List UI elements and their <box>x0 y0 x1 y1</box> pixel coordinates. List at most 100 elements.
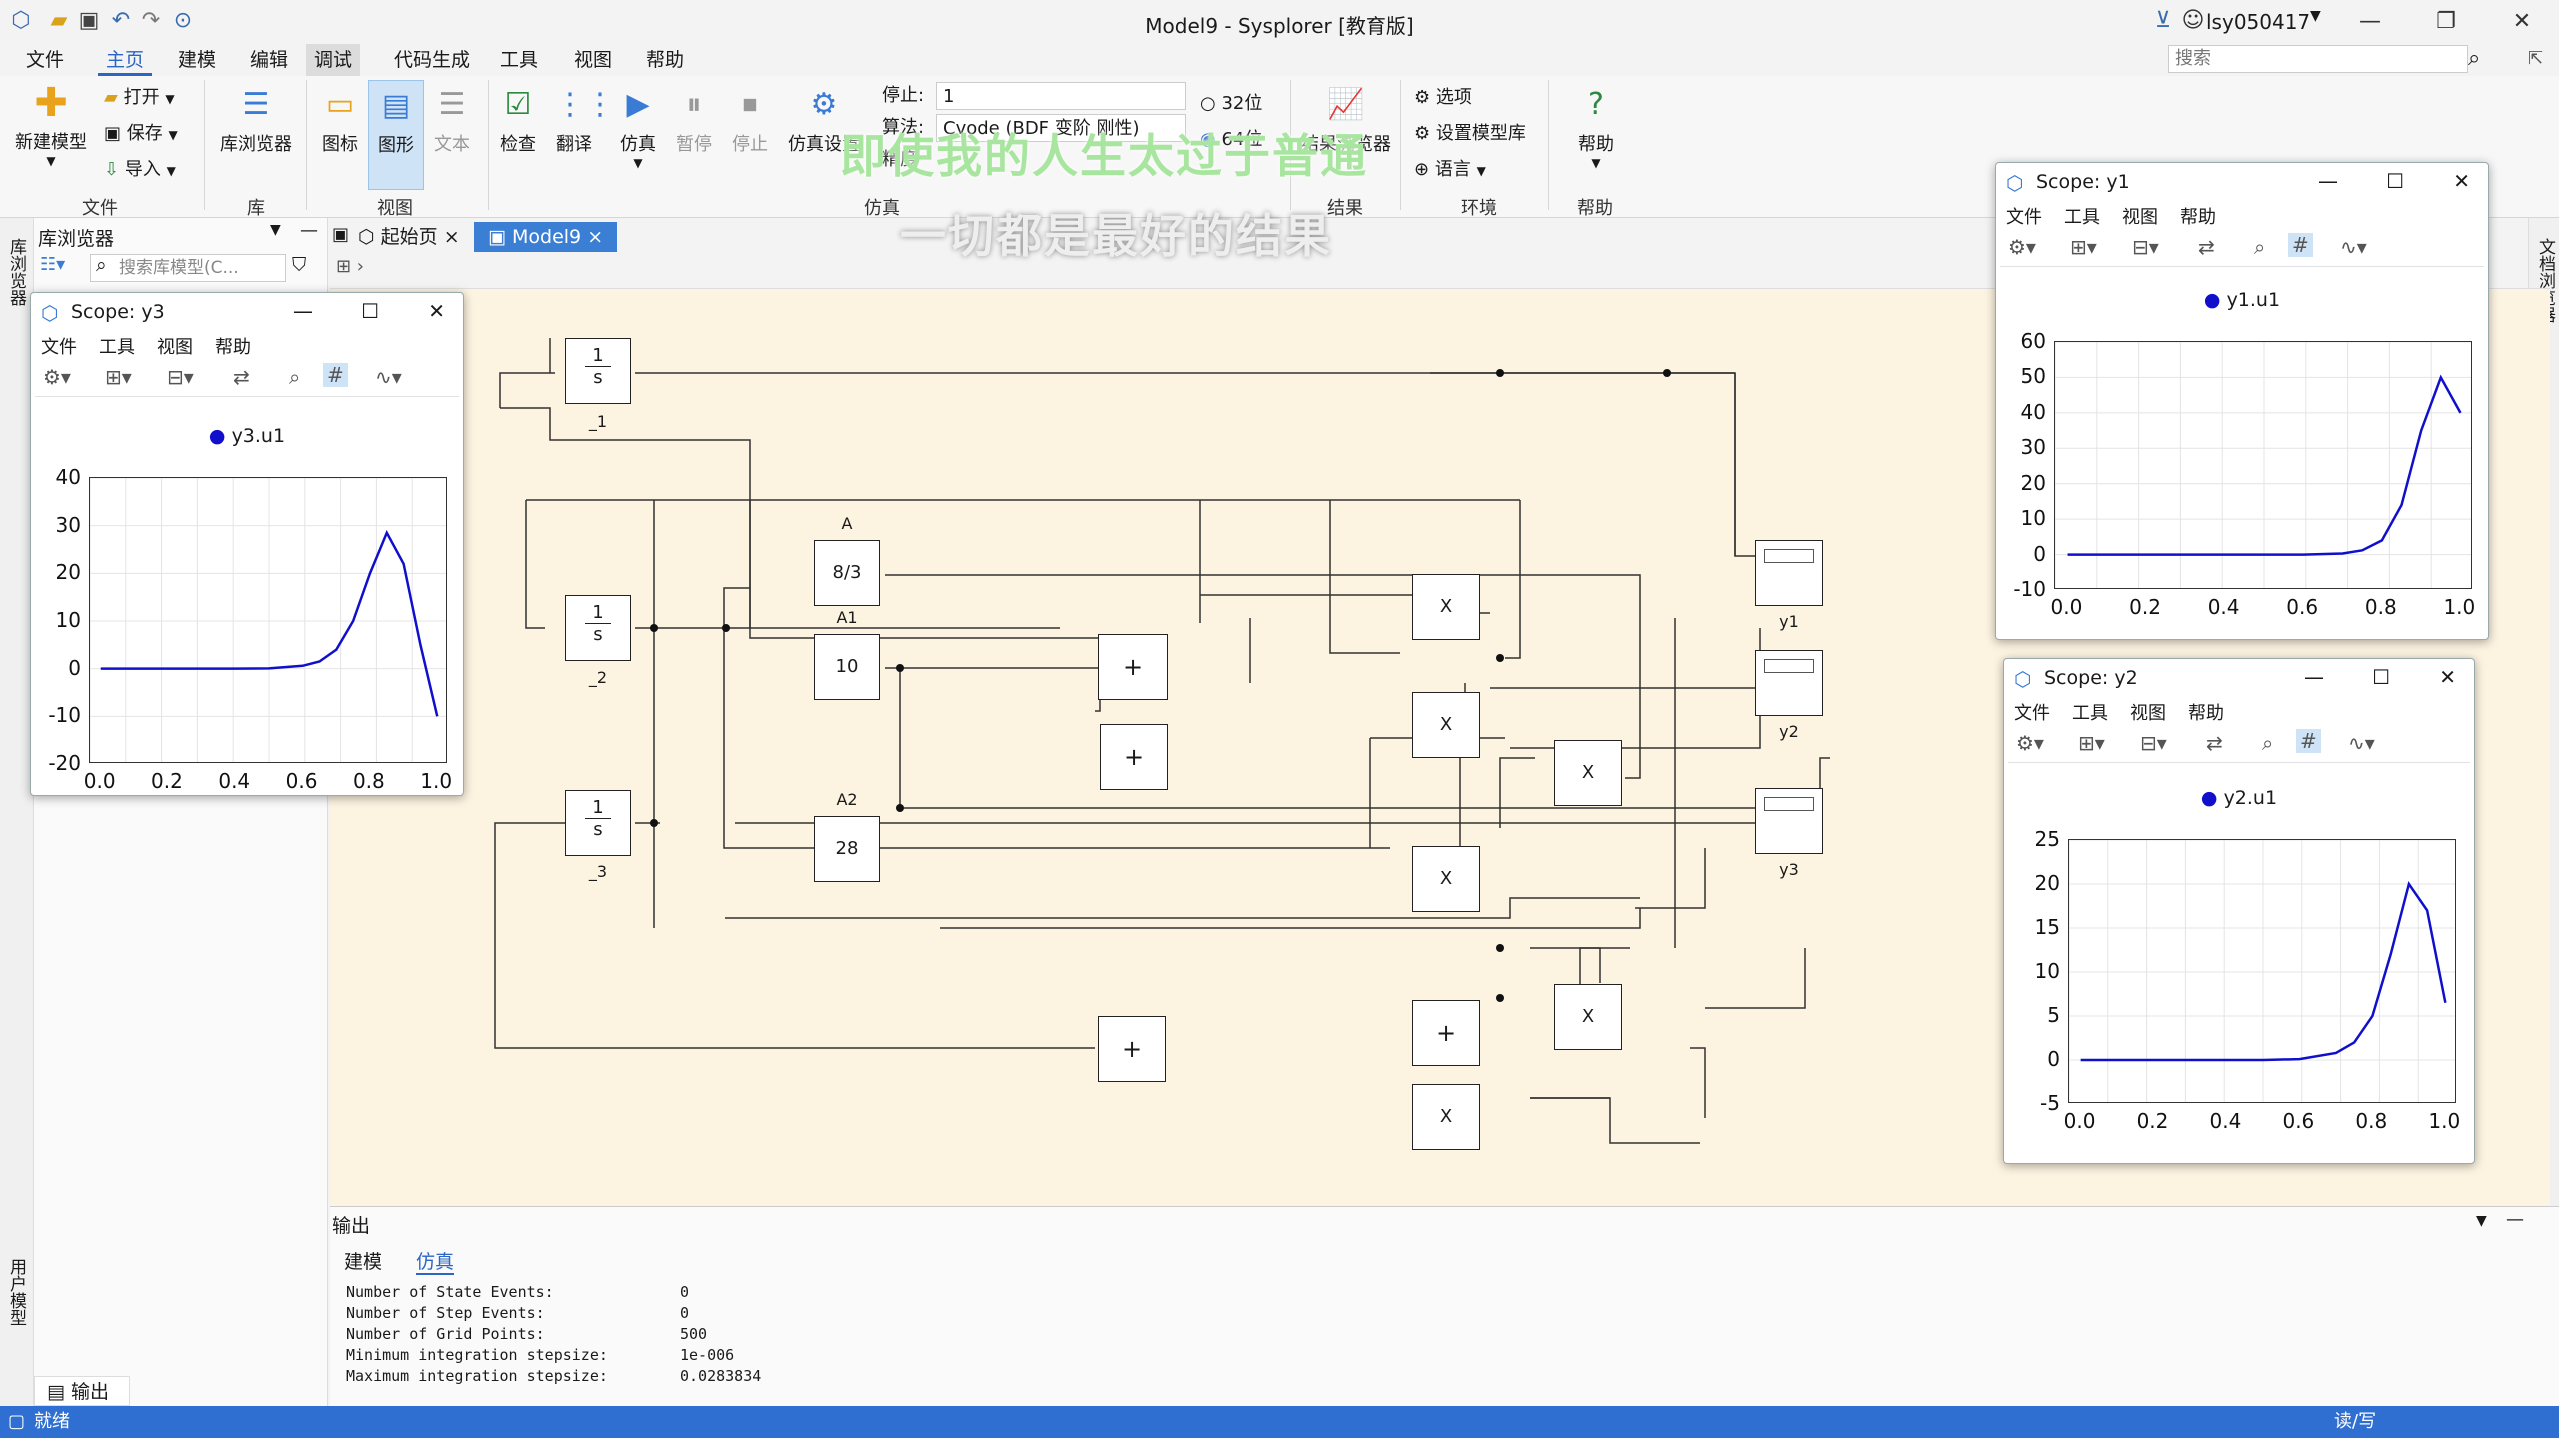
scope-menu-item[interactable]: 工具 <box>2072 703 2108 724</box>
scope-window-y2[interactable]: Scope: y2 ⬡ — ☐ ✕ 文件 工具 视图 帮助 ⚙▾ ⊞▾ ⊟▾ ⇄ ⌕ # ∿▾ … <box>2003 658 2475 1164</box>
user-icon[interactable]: ☺ <box>2180 8 2206 34</box>
add-signal-icon[interactable]: ⊞▾ <box>2078 731 2105 755</box>
pause-button[interactable]: ⏸ 暂停 <box>666 86 722 156</box>
close-icon[interactable]: × <box>444 226 460 248</box>
remove-signal-icon[interactable]: ⊟▾ <box>2140 731 2167 755</box>
scope-menu-item[interactable]: 帮助 <box>215 337 251 358</box>
zoom-icon[interactable]: ⌕ <box>289 365 300 389</box>
grid-toggle-icon[interactable]: # <box>2288 233 2313 257</box>
curve-style-icon[interactable]: ∿▾ <box>375 365 402 389</box>
grid-toggle-icon[interactable]: # <box>2296 729 2321 753</box>
output-block-y3[interactable] <box>1755 788 1823 854</box>
multiply-block-5[interactable]: X <box>1554 984 1622 1050</box>
remove-signal-icon[interactable]: ⊟▾ <box>167 365 194 389</box>
lib-search-input[interactable]: 搜索库模型(C... <box>90 254 286 282</box>
tab-start-page[interactable]: ⬡ 起始页 × <box>344 222 474 252</box>
multiply-block-1[interactable]: X <box>1412 574 1480 640</box>
open-button[interactable]: ▰ 打开 ▼ <box>104 84 175 112</box>
menu-debug[interactable]: 调试 <box>306 44 361 76</box>
scope-menu-item[interactable]: 视图 <box>2130 703 2166 724</box>
menu-help[interactable]: 帮助 <box>638 44 692 76</box>
scope-menu-item[interactable]: 帮助 <box>2180 207 2216 228</box>
zoom-icon[interactable]: ⌕ <box>2254 235 2265 259</box>
maximize-button[interactable]: ☐ <box>2386 169 2404 193</box>
stop-time-input[interactable]: 1 <box>936 82 1186 110</box>
grid-toggle-icon[interactable]: # <box>323 363 348 387</box>
minimize-button[interactable]: — <box>293 299 313 323</box>
output-block-y1[interactable] <box>1755 540 1823 606</box>
scope-menu-item[interactable]: 文件 <box>2014 703 2050 724</box>
minimize-button[interactable]: — <box>2318 169 2338 193</box>
export-icon[interactable]: ⇄ <box>233 365 250 389</box>
lib-browser-button[interactable]: ☰ 库浏览器 <box>214 86 298 156</box>
constant-block-A1[interactable]: 10 <box>814 634 880 700</box>
scope-menu-item[interactable]: 帮助 <box>2188 703 2224 724</box>
close-button[interactable]: ✕ <box>428 299 445 323</box>
scope-menu-item[interactable]: 视图 <box>2122 207 2158 228</box>
scope-plot[interactable] <box>2068 839 2456 1103</box>
import-button[interactable]: ⇩ 导入 ▼ <box>104 156 176 184</box>
bottom-output-tab[interactable]: ▤ 输出 <box>34 1376 130 1406</box>
menu-file[interactable]: 文件 <box>18 44 72 76</box>
close-button[interactable]: ✕ <box>2439 665 2456 689</box>
close-button[interactable]: ✕ <box>2453 169 2470 193</box>
canvas-toolbar-icon[interactable]: ⊞ › <box>336 256 364 277</box>
options-button[interactable]: ⚙ 选项 <box>1414 84 1472 112</box>
maximize-button[interactable]: ❐ <box>2416 4 2476 40</box>
language-button[interactable]: ⊕ 语言 ▼ <box>1414 156 1486 184</box>
user-chevron-down-icon[interactable]: ▼ <box>2310 8 2321 24</box>
add-block-4[interactable]: + <box>1412 1000 1480 1066</box>
translate-button[interactable]: ⋮⋮ 翻译 <box>546 86 615 156</box>
strip-user-model-tab[interactable]: 用户模型 <box>4 1258 29 1326</box>
settings-gear-icon[interactable]: ⚙▾ <box>2008 235 2036 259</box>
integrator-block-2[interactable]: 1 s <box>565 595 631 661</box>
menu-codegen[interactable]: 代码生成 <box>386 44 478 76</box>
minimize-button[interactable]: — <box>2340 4 2400 40</box>
constant-block-A2[interactable]: 28 <box>814 816 880 882</box>
minimize-button[interactable]: — <box>2304 665 2324 689</box>
menu-tools[interactable]: 工具 <box>492 44 546 76</box>
search-icon[interactable]: ⌕ <box>2468 46 2480 71</box>
close-icon[interactable]: × <box>587 226 603 248</box>
maximize-button[interactable]: ☐ <box>361 299 379 323</box>
maximize-button[interactable]: ☐ <box>2372 665 2390 689</box>
simulate-button[interactable]: ▶ 仿真 ▼ <box>610 86 666 170</box>
stop-button[interactable]: ⏹ 停止 <box>722 86 778 156</box>
remove-signal-icon[interactable]: ⊟▾ <box>2132 235 2159 259</box>
output-tab-sim[interactable]: 仿真 <box>416 1247 455 1275</box>
zoom-icon[interactable]: ⌕ <box>2262 731 2273 755</box>
scope-plot[interactable] <box>89 477 447 763</box>
export-icon[interactable]: ⇄ <box>2198 235 2215 259</box>
filter-icon[interactable]: ⛉ <box>292 254 306 276</box>
tab-model9[interactable]: ▣ Model9 × <box>474 222 618 252</box>
panel-minimize-icon[interactable]: — <box>2506 1209 2524 1230</box>
add-signal-icon[interactable]: ⊞▾ <box>105 365 132 389</box>
curve-style-icon[interactable]: ∿▾ <box>2348 731 2375 755</box>
integrator-block-3[interactable]: 1 s <box>565 790 631 856</box>
add-block-3[interactable]: + <box>1098 1016 1166 1082</box>
close-button[interactable]: ✕ <box>2492 4 2552 40</box>
icon-view-button[interactable]: ▭ 图标 <box>312 86 368 156</box>
scope-plot[interactable] <box>2054 341 2472 589</box>
output-block-y2[interactable] <box>1755 650 1823 716</box>
new-model-button[interactable]: ✚ 新建模型 ▼ <box>10 83 92 168</box>
scope-window-y3[interactable]: Scope: y3 ⬡ — ☐ ✕ 文件 工具 视图 帮助 ⚙▾ ⊞▾ ⊟▾ ⇄ ⌕ # ∿▾ … <box>30 292 464 796</box>
integrator-block-1[interactable]: 1 s <box>565 338 631 404</box>
menu-model[interactable]: 建模 <box>170 44 224 76</box>
radio-32bit[interactable]: ○ 32位 <box>1200 90 1262 118</box>
scope-menu-item[interactable]: 文件 <box>2006 207 2042 228</box>
text-view-button[interactable]: ☰ 文本 <box>424 86 480 156</box>
ribbon-collapse-icon[interactable]: ⇱ <box>2528 48 2543 69</box>
multiply-block-2[interactable]: X <box>1412 692 1480 758</box>
scope-menu-item[interactable]: 工具 <box>99 337 135 358</box>
multiply-block-6[interactable]: X <box>1412 1084 1480 1150</box>
chevron-down-icon[interactable]: ▼ <box>2476 1213 2487 1229</box>
settings-gear-icon[interactable]: ⚙▾ <box>2016 731 2044 755</box>
user-name[interactable]: lsy050417 <box>2206 10 2310 34</box>
lib-view-icon[interactable]: ☷▾ <box>40 254 65 275</box>
export-icon[interactable]: ⇄ <box>2206 731 2223 755</box>
download-icon[interactable]: ⊻ <box>2150 8 2176 34</box>
add-block-2[interactable]: + <box>1100 724 1168 790</box>
menu-home[interactable]: 主页 <box>98 44 153 76</box>
add-signal-icon[interactable]: ⊞▾ <box>2070 235 2097 259</box>
